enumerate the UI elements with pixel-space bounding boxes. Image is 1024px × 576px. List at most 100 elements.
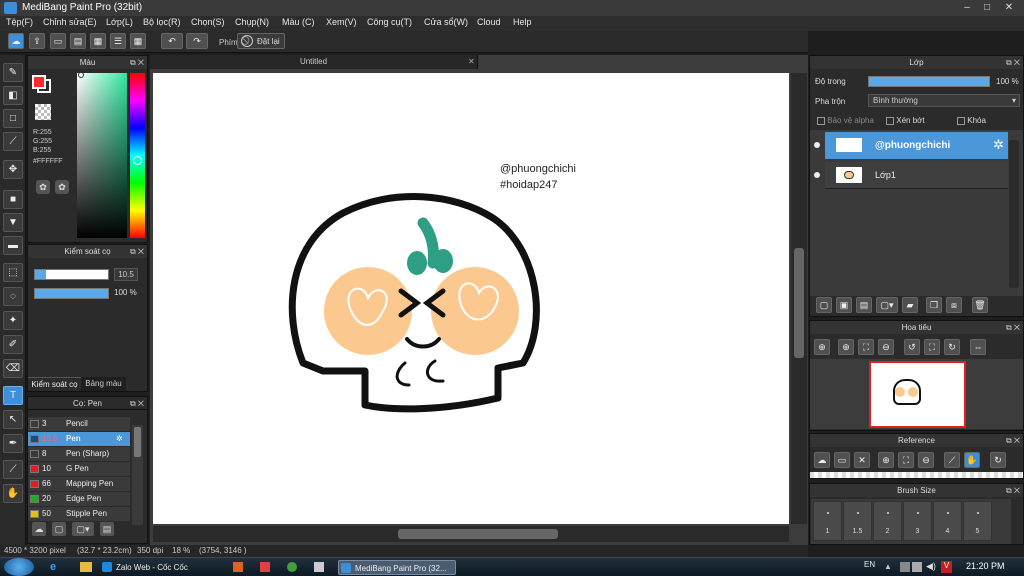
reset-button[interactable]: ⃠ Đặt lại: [237, 33, 285, 49]
cloud-icon[interactable]: ☁: [8, 33, 24, 49]
page-icon[interactable]: ▦: [90, 33, 106, 49]
flip-icon[interactable]: ⇔: [970, 339, 986, 355]
brush-item[interactable]: 50 Stipple Pen: [28, 507, 130, 521]
navigator-preview[interactable]: [869, 361, 966, 428]
add-brush-icon[interactable]: ▢▾: [72, 522, 94, 536]
panel-close-icon[interactable]: ⧉ ✕: [130, 56, 144, 69]
vertical-scrollbar[interactable]: [791, 73, 807, 524]
protect-alpha-checkbox[interactable]: [817, 116, 825, 125]
page-list-icon[interactable]: ☰: [110, 33, 126, 49]
lock-checkbox[interactable]: [957, 116, 965, 125]
tab-brush-control[interactable]: Kiểm soát cọ: [28, 377, 81, 391]
rotate-left-icon[interactable]: ↺: [904, 339, 920, 355]
visibility-icon[interactable]: [814, 172, 820, 178]
duplicate-layer-icon[interactable]: ❐: [926, 297, 942, 313]
color-picker-icon[interactable]: ✿: [55, 180, 69, 194]
rotate-right-icon[interactable]: ↻: [944, 339, 960, 355]
operation-tool-icon[interactable]: ↖: [3, 410, 23, 429]
fill-rect-tool-icon[interactable]: ■: [3, 190, 23, 209]
brush-size-cell[interactable]: 2: [873, 501, 902, 541]
menu-color[interactable]: Màu (C): [282, 17, 315, 27]
brush-item[interactable]: 10 G Pen: [28, 462, 130, 476]
panel-close-icon[interactable]: ⧉ ✕: [1006, 434, 1020, 447]
zoom-in-icon[interactable]: ⊕: [814, 339, 830, 355]
app-icon-3[interactable]: [314, 562, 324, 572]
menu-tools[interactable]: Công cụ(T): [367, 17, 412, 27]
menu-cloud[interactable]: Cloud: [477, 17, 501, 27]
zoom-in-icon-2[interactable]: ⊕: [838, 339, 854, 355]
taskbar-item-zalo[interactable]: Zalo Web - Cốc Cốc: [100, 560, 228, 575]
menu-snap[interactable]: Chụp(N): [235, 17, 269, 27]
merge-layer-icon[interactable]: ⧈: [946, 297, 962, 313]
hand-tool-icon[interactable]: ✋: [3, 484, 23, 503]
folder-icon[interactable]: ▰: [902, 297, 918, 313]
close-reference-icon[interactable]: ✕: [854, 452, 870, 468]
eraser-tool-icon[interactable]: ◧: [3, 86, 23, 105]
zoom-out-icon[interactable]: ⊖: [878, 339, 894, 355]
panel-close-icon[interactable]: ⧉ ✕: [1006, 484, 1020, 497]
tray-icon-1[interactable]: [900, 562, 910, 572]
brush-size-cell[interactable]: 1: [813, 501, 842, 541]
menu-filter[interactable]: Bộ lọc(R): [143, 17, 181, 27]
minimize-button[interactable]: ‒: [958, 2, 976, 14]
brush-item[interactable]: 3 Pencil: [28, 417, 130, 431]
maximize-button[interactable]: □: [978, 2, 996, 14]
gradient-tool-icon[interactable]: ▬: [3, 236, 23, 255]
menu-layer[interactable]: Lớp(L): [106, 17, 133, 27]
reference-fit-icon[interactable]: ⛶: [898, 452, 914, 468]
start-button-icon[interactable]: [4, 558, 34, 576]
explorer-icon[interactable]: [80, 562, 92, 572]
brush-item[interactable]: 66 Mapping Pen: [28, 477, 130, 491]
brush-size-value[interactable]: 10.5: [114, 268, 138, 281]
reference-hand-icon[interactable]: ✋: [964, 452, 980, 468]
menu-view[interactable]: Xem(V): [326, 17, 357, 27]
panel-close-icon[interactable]: ⧉ ✕: [130, 397, 144, 410]
transparent-swatch[interactable]: [35, 104, 51, 120]
visibility-icon[interactable]: [814, 142, 820, 148]
gear-icon[interactable]: ✲: [993, 137, 1004, 153]
new-halftone-layer-icon[interactable]: ▣: [836, 297, 852, 313]
brush-opacity-slider[interactable]: [34, 288, 109, 299]
brush-settings-icon[interactable]: ▤: [100, 522, 114, 536]
palette-icon[interactable]: ✿: [36, 180, 50, 194]
network-icon[interactable]: [912, 562, 922, 572]
volume-icon[interactable]: ◀): [926, 561, 936, 572]
tab-untitled[interactable]: Untitled: [150, 55, 478, 69]
panel-close-icon[interactable]: ⧉ ✕: [1006, 321, 1020, 334]
saturation-value-picker[interactable]: [77, 73, 127, 238]
language-indicator[interactable]: EN: [864, 560, 875, 569]
app-icon-1[interactable]: [233, 562, 243, 572]
ie-icon[interactable]: e: [50, 561, 62, 573]
brush-tool-icon[interactable]: ✎: [3, 63, 23, 82]
pen-tool-icon[interactable]: ⟋: [3, 132, 23, 151]
drawing-canvas[interactable]: @phuongchichi #hoidap247: [153, 73, 789, 524]
new-8bit-layer-icon[interactable]: ▤: [856, 297, 872, 313]
select-eraser-tool-icon[interactable]: ⌫: [3, 359, 23, 378]
brush-list-scrollbar[interactable]: [132, 425, 143, 525]
brush-size-cell[interactable]: 4: [933, 501, 962, 541]
redo-icon[interactable]: ↷: [186, 33, 208, 49]
cloud-brush-icon[interactable]: ☁: [32, 522, 46, 536]
brush-size-scrollbar[interactable]: [1012, 499, 1021, 544]
bucket-tool-icon[interactable]: ▼: [3, 213, 23, 232]
vietkey-icon[interactable]: V: [941, 561, 952, 573]
cloud-reference-icon[interactable]: ☁: [814, 452, 830, 468]
foreground-color-swatch[interactable]: [32, 75, 46, 89]
magic-wand-tool-icon[interactable]: ✦: [3, 311, 23, 330]
open-reference-icon[interactable]: ▭: [834, 452, 850, 468]
brush-item[interactable]: 10.5 Pen ✲: [28, 432, 130, 446]
chrome-icon[interactable]: [287, 562, 297, 572]
select-pen-tool-icon[interactable]: ✐: [3, 335, 23, 354]
gear-icon[interactable]: ✲: [116, 432, 123, 446]
taskbar-item-medibang[interactable]: MediBang Paint Pro (32...: [338, 560, 456, 575]
text-tool-icon[interactable]: T: [3, 386, 23, 405]
reference-zoom-out-icon[interactable]: ⊖: [918, 452, 934, 468]
undo-icon[interactable]: ↶: [161, 33, 183, 49]
horizontal-scrollbar[interactable]: [153, 526, 789, 542]
new-brush-icon[interactable]: ▢: [52, 522, 66, 536]
brush-size-cell[interactable]: 1.5: [843, 501, 872, 541]
brush-size-cell[interactable]: 3: [903, 501, 932, 541]
brush-size-cell[interactable]: 5: [963, 501, 992, 541]
clipping-checkbox[interactable]: [886, 116, 894, 125]
app-icon-2[interactable]: [260, 562, 270, 572]
